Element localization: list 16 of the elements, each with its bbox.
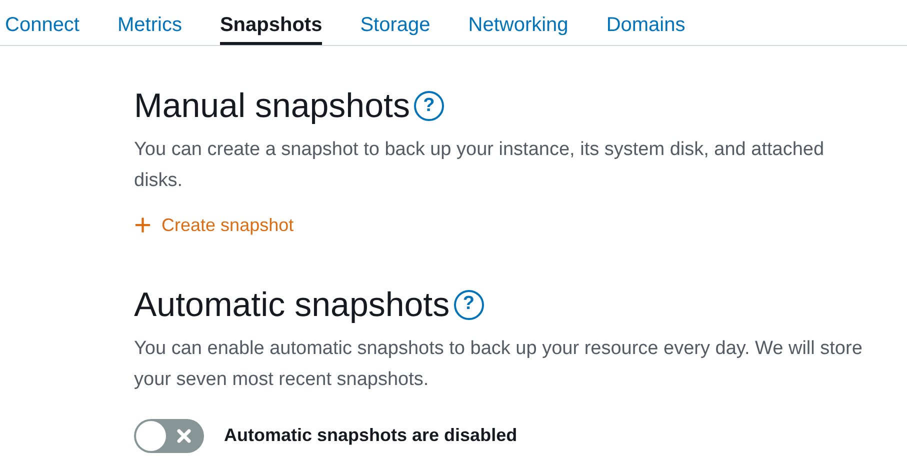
tab[interactable]: Metrics xyxy=(118,0,182,45)
tab[interactable]: Domains xyxy=(606,0,686,45)
section-title: Manual snapshots xyxy=(134,86,410,127)
section-description: You can enable automatic snapshots to back up your resource every day. We will store your seven most recent snapshots. xyxy=(134,336,864,392)
tab[interactable]: Connect xyxy=(5,0,80,45)
tab[interactable]: Storage xyxy=(360,0,430,45)
tab[interactable]: Snapshots xyxy=(220,0,322,45)
section-description: You can create a snapshot to back up your instance, its system disk, and attached disks. xyxy=(134,138,826,193)
help-icon[interactable]: ? xyxy=(454,290,484,320)
toggle-label: Automatic snapshots are disabled xyxy=(224,424,518,447)
tab[interactable]: Networking xyxy=(468,0,568,45)
section-title: Automatic snapshots xyxy=(134,284,450,326)
toggle-switch[interactable] xyxy=(134,418,204,452)
create-snapshot-link[interactable]: + Create snapshot xyxy=(134,212,294,239)
plus-icon: + xyxy=(134,212,152,238)
help-icon[interactable]: ? xyxy=(414,91,444,121)
